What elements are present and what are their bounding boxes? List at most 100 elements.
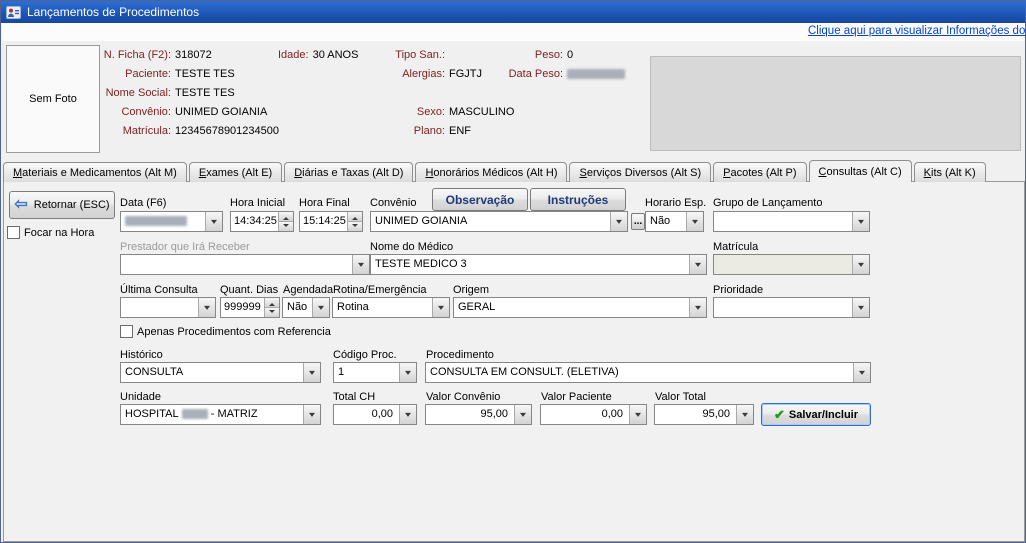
tab-diarias-e-taxas[interactable]: Diárias e Taxas (Alt D) [284,162,413,182]
grupo-lancamento-combobox[interactable] [713,211,870,232]
valor-paciente-label: Valor Paciente [541,391,612,404]
checkbox-box[interactable] [120,325,133,338]
hora-inicial-spinner[interactable]: 14:34:25 [230,211,294,232]
ultima-consulta-combobox[interactable] [120,297,216,318]
valor-total-combobox[interactable]: 95,00 [654,404,754,425]
chevron-down-icon[interactable] [303,405,320,424]
chevron-down-icon[interactable] [205,212,222,231]
retornar-button[interactable]: ⇦ Retornar (ESC) [9,191,115,219]
instrucoes-button[interactable]: Instruções [530,188,626,211]
horario-esp-combobox[interactable]: Não [645,211,704,232]
convenio-ellipsis-button[interactable]: ... [631,213,645,230]
salvar-incluir-button[interactable]: ✔ Salvar/Incluir [761,403,871,426]
matricula-field-value [714,255,852,274]
chevron-down-icon[interactable] [514,405,531,424]
historico-combobox[interactable]: CONSULTA [120,362,321,383]
patient-alergias-row: Alergias: FGJTJ [374,67,482,81]
grupo-lancamento-label: Grupo de Lançamento [713,197,822,210]
tab-honorarios-medicos[interactable]: Honorários Médicos (Alt H) [415,162,567,182]
nome-medico-combobox[interactable]: TESTE MEDICO 3 [370,254,707,275]
focar-na-hora-label: Focar na Hora [24,227,94,239]
hora-inicial-value: 14:34:25 [231,212,278,231]
tab-pacotes[interactable]: Pacotes (Alt P) [713,162,806,182]
chevron-down-icon[interactable] [629,405,646,424]
chevron-down-icon[interactable] [432,298,449,317]
plano-value: ENF [449,124,471,138]
spin-down-icon[interactable] [265,307,279,317]
unidade-combobox[interactable]: HOSPITAL - MATRIZ [120,404,321,425]
unidade-value: HOSPITAL - MATRIZ [121,405,303,424]
tab-label: Serviços Diversos (Alt S) [579,167,701,179]
spin-down-icon[interactable] [279,221,293,231]
spinner-arrows [264,298,279,317]
chevron-down-icon[interactable] [736,405,753,424]
quant-dias-value: 999999 [221,298,264,317]
chevron-down-icon[interactable] [352,255,369,274]
spin-up-icon[interactable] [279,212,293,221]
horario-esp-label: Horario Esp. [645,197,706,210]
chevron-down-icon[interactable] [852,212,869,231]
nome-social-value: TESTE TES [175,86,235,100]
agendada-combobox[interactable]: Não [282,297,330,318]
sexo-value: MASCULINO [449,105,514,119]
hora-final-spinner[interactable]: 15:14:25 [299,211,363,232]
data-peso-value-redacted [567,67,625,81]
chevron-down-icon[interactable] [686,212,703,231]
paciente-label: Paciente: [90,67,175,81]
patient-photo-placeholder: Sem Foto [6,45,100,153]
patient-convenio-row: Convênio: UNIMED GOIANIA [90,105,267,119]
tab-servicos-diversos[interactable]: Serviços Diversos (Alt S) [569,162,711,182]
chevron-down-icon[interactable] [399,363,416,382]
valor-total-label: Valor Total [655,391,706,404]
prioridade-label: Prioridade [713,284,763,297]
chevron-down-icon[interactable] [312,298,329,317]
focar-na-hora-checkbox[interactable]: Focar na Hora [7,226,94,239]
convenio-combobox[interactable]: UNIMED GOIANIA [370,211,628,232]
convenio-field-label: Convênio [370,197,416,210]
unidade-value-suffix: - MATRIZ [211,408,258,420]
rotina-emergencia-combobox[interactable]: Rotina [332,297,450,318]
prestador-combobox[interactable] [120,254,370,275]
codigo-proc-combobox[interactable]: 1 [333,362,417,383]
hora-inicial-label: Hora Inicial [230,197,285,210]
tab-exames[interactable]: Exames (Alt E) [189,162,282,182]
data-f6-combobox[interactable] [120,211,223,232]
valor-paciente-combobox[interactable]: 0,00 [540,404,647,425]
peso-value: 0 [567,48,573,62]
prestador-value [121,255,352,274]
chevron-down-icon[interactable] [689,298,706,317]
chevron-down-icon[interactable] [853,363,870,382]
observacao-button[interactable]: Observação [432,188,528,211]
unidade-label: Unidade [120,391,161,404]
chevron-down-icon[interactable] [610,212,627,231]
patient-plano-row: Plano: ENF [374,124,471,138]
agendada-label: Agendada [283,284,333,297]
patient-info-link[interactable]: Clique aqui para visualizar Informações … [808,25,1025,37]
matricula-value: 12345678901234500 [175,124,279,138]
spinner-arrows [347,212,362,231]
spin-up-icon[interactable] [348,212,362,221]
apenas-referencia-label: Apenas Procedimentos com Referencia [137,326,331,338]
procedimento-combobox[interactable]: CONSULTA EM CONSULT. (ELETIVA) [425,362,871,383]
tab-kits[interactable]: Kits (Alt K) [914,162,986,182]
convenio-value: UNIMED GOIANIA [175,105,267,119]
prioridade-combobox[interactable] [713,297,870,318]
spin-down-icon[interactable] [348,221,362,231]
chevron-down-icon[interactable] [399,405,416,424]
convenio-field-value: UNIMED GOIANIA [371,212,610,231]
tab-materiais-e-medicamentos[interactable]: Materiais e Medicamentos (Alt M) [3,162,187,182]
tab-consultas[interactable]: Consultas (Alt C) [809,160,912,182]
spin-up-icon[interactable] [265,298,279,307]
origem-combobox[interactable]: GERAL [453,297,707,318]
ultima-consulta-value [121,298,198,317]
chevron-down-icon[interactable] [303,363,320,382]
checkbox-box[interactable] [7,226,20,239]
valor-convenio-combobox[interactable]: 95,00 [425,404,532,425]
chevron-down-icon[interactable] [852,298,869,317]
quant-dias-spinner[interactable]: 999999 [220,297,280,318]
chevron-down-icon[interactable] [689,255,706,274]
chevron-down-icon[interactable] [198,298,215,317]
total-ch-combobox[interactable]: 0,00 [333,404,417,425]
apenas-referencia-checkbox[interactable]: Apenas Procedimentos com Referencia [120,325,331,338]
nome-social-label: Nome Social: [90,86,175,100]
